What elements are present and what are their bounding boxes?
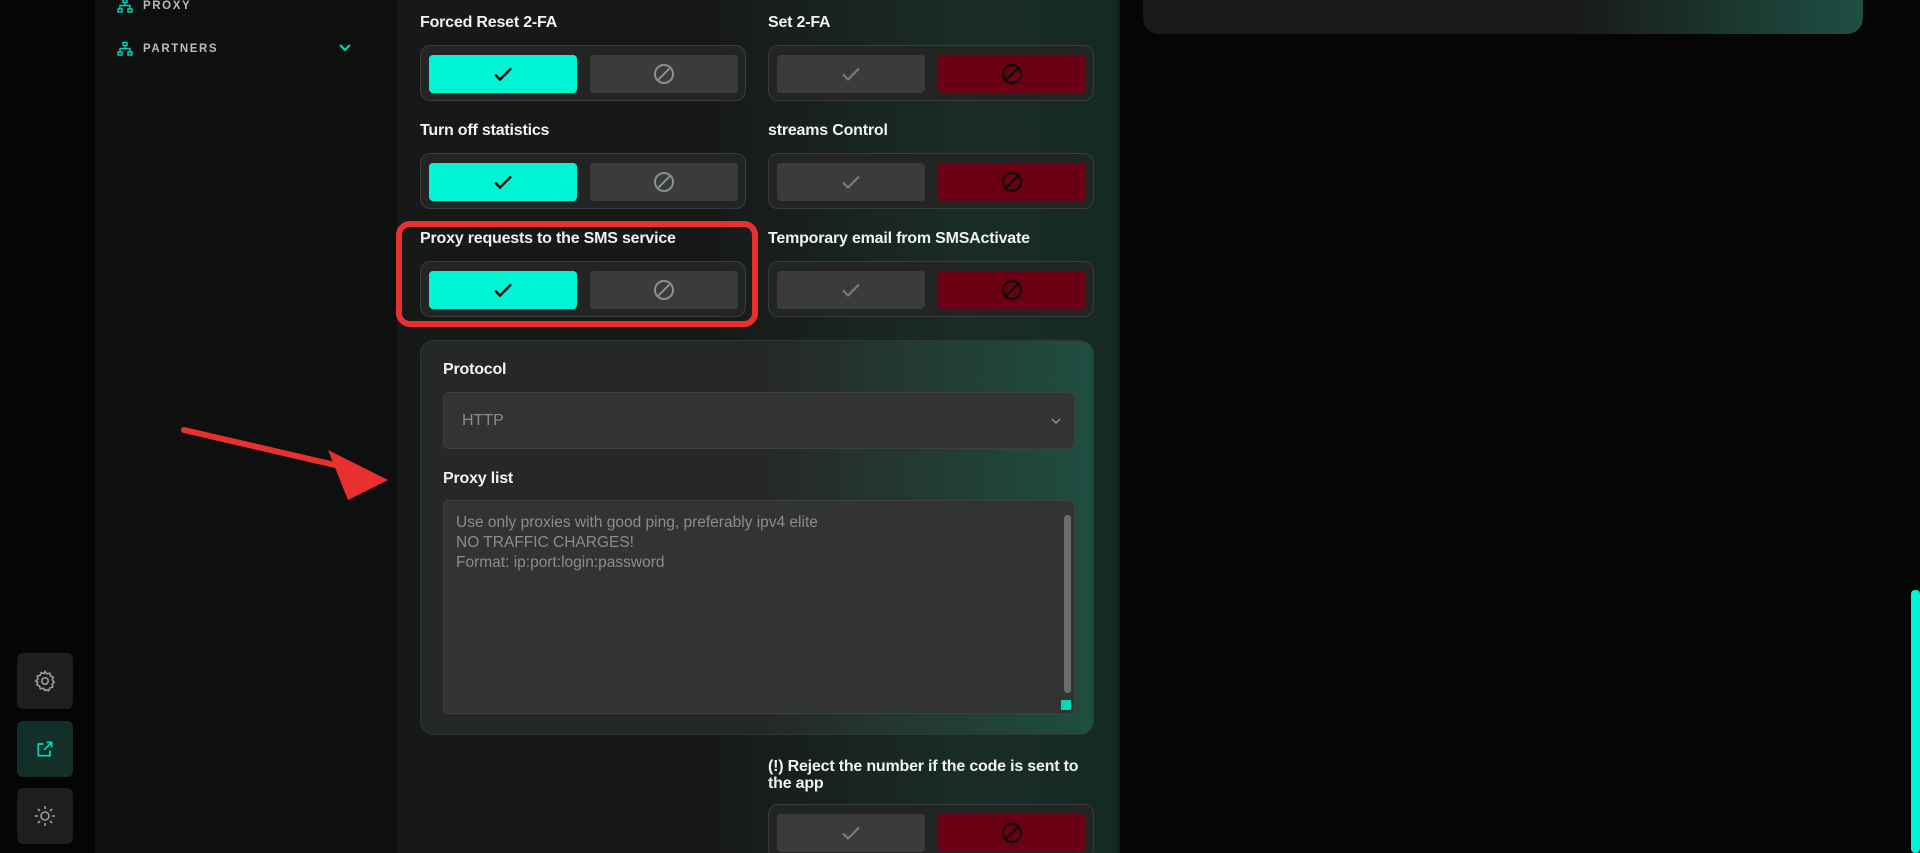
ban-icon [654, 64, 674, 84]
forced-reset-2fa-toggle [420, 45, 746, 101]
textarea-resize-handle[interactable] [1061, 700, 1071, 710]
turn-off-statistics-toggle [420, 153, 746, 209]
check-icon [842, 826, 860, 841]
check-icon [842, 283, 860, 298]
ban-icon [654, 172, 674, 192]
set-2fa-label: Set 2-FA [768, 14, 831, 31]
turn-off-statistics-disable-button[interactable] [590, 163, 738, 201]
proxy-settings-card: Protocol HTTP Proxy list Use only proxie… [420, 340, 1094, 735]
check-icon [842, 67, 860, 82]
sidebar-item-partners[interactable]: PARTNERS [117, 39, 218, 59]
external-link-icon [37, 741, 53, 757]
network-icon [117, 0, 133, 13]
set-2fa-disable-button[interactable] [938, 55, 1086, 93]
gear-icon [34, 669, 56, 692]
partners-expand-toggle[interactable] [337, 39, 353, 60]
reject-number-label-line2: the app [768, 775, 824, 792]
theme-toggle-button[interactable] [17, 788, 73, 844]
temporary-email-label: Temporary email from SMSActivate [768, 230, 1030, 247]
reject-number-label-line1: (!) Reject the number if the code is sen… [768, 758, 1079, 775]
page-scrollbar[interactable] [1911, 590, 1920, 853]
forced-reset-2fa-label: Forced Reset 2-FA [420, 14, 558, 31]
external-link-button[interactable] [17, 721, 73, 777]
reject-number-enable-button[interactable] [777, 814, 925, 852]
ban-icon [1001, 171, 1023, 193]
proxy-list-placeholder-line: Use only proxies with good ping, prefera… [456, 514, 818, 531]
check-icon [494, 175, 512, 190]
sidebar-item-proxy[interactable]: PROXY [117, 0, 191, 16]
streams-control-label: streams Control [768, 122, 888, 139]
proxy-list-placeholder-line: Format: ip:port:login:password [456, 554, 665, 571]
forced-reset-2fa-enable-button[interactable] [429, 55, 577, 93]
sun-icon [35, 806, 55, 826]
protocol-value: HTTP [462, 411, 504, 429]
protocol-select[interactable]: HTTP [443, 392, 1075, 449]
forced-reset-2fa-disable-button[interactable] [590, 55, 738, 93]
protocol-label: Protocol [443, 361, 507, 378]
turn-off-statistics-label: Turn off statistics [420, 122, 550, 139]
set-2fa-enable-button[interactable] [777, 55, 925, 93]
check-icon [494, 67, 512, 82]
reject-number-disable-button[interactable] [938, 814, 1086, 852]
textarea-scrollbar[interactable] [1064, 515, 1071, 693]
check-icon [842, 175, 860, 190]
streams-control-toggle [768, 153, 1094, 209]
temporary-email-disable-button[interactable] [938, 271, 1086, 309]
right-info-card [1143, 0, 1863, 34]
streams-control-enable-button[interactable] [777, 163, 925, 201]
highlight-annotation [396, 221, 758, 327]
arrow-annotation-icon [181, 427, 388, 500]
sidebar-item-label: PARTNERS [143, 43, 219, 55]
ban-icon [1001, 279, 1023, 301]
temporary-email-enable-button[interactable] [777, 271, 925, 309]
ban-icon [1001, 822, 1023, 844]
sidebar-item-label: PROXY [143, 0, 192, 12]
streams-control-disable-button[interactable] [938, 163, 1086, 201]
proxy-list-placeholder-line: NO TRAFFIC CHARGES! [456, 534, 634, 551]
chevron-down-icon [1051, 418, 1061, 425]
reject-number-toggle [768, 804, 1094, 853]
network-icon [117, 41, 133, 56]
set-2fa-toggle [768, 45, 1094, 101]
proxy-list-label: Proxy list [443, 470, 514, 487]
proxy-list-textarea[interactable]: Use only proxies with good ping, prefera… [443, 500, 1075, 714]
settings-button[interactable] [17, 653, 73, 709]
temporary-email-toggle [768, 261, 1094, 317]
app-window: PROXY PARTNERS Forced Reset 2-FA Set 2-F… [0, 0, 1920, 853]
turn-off-statistics-enable-button[interactable] [429, 163, 577, 201]
icon-rail [0, 0, 95, 853]
ban-icon [1001, 63, 1023, 85]
chevron-down-icon [339, 44, 351, 52]
